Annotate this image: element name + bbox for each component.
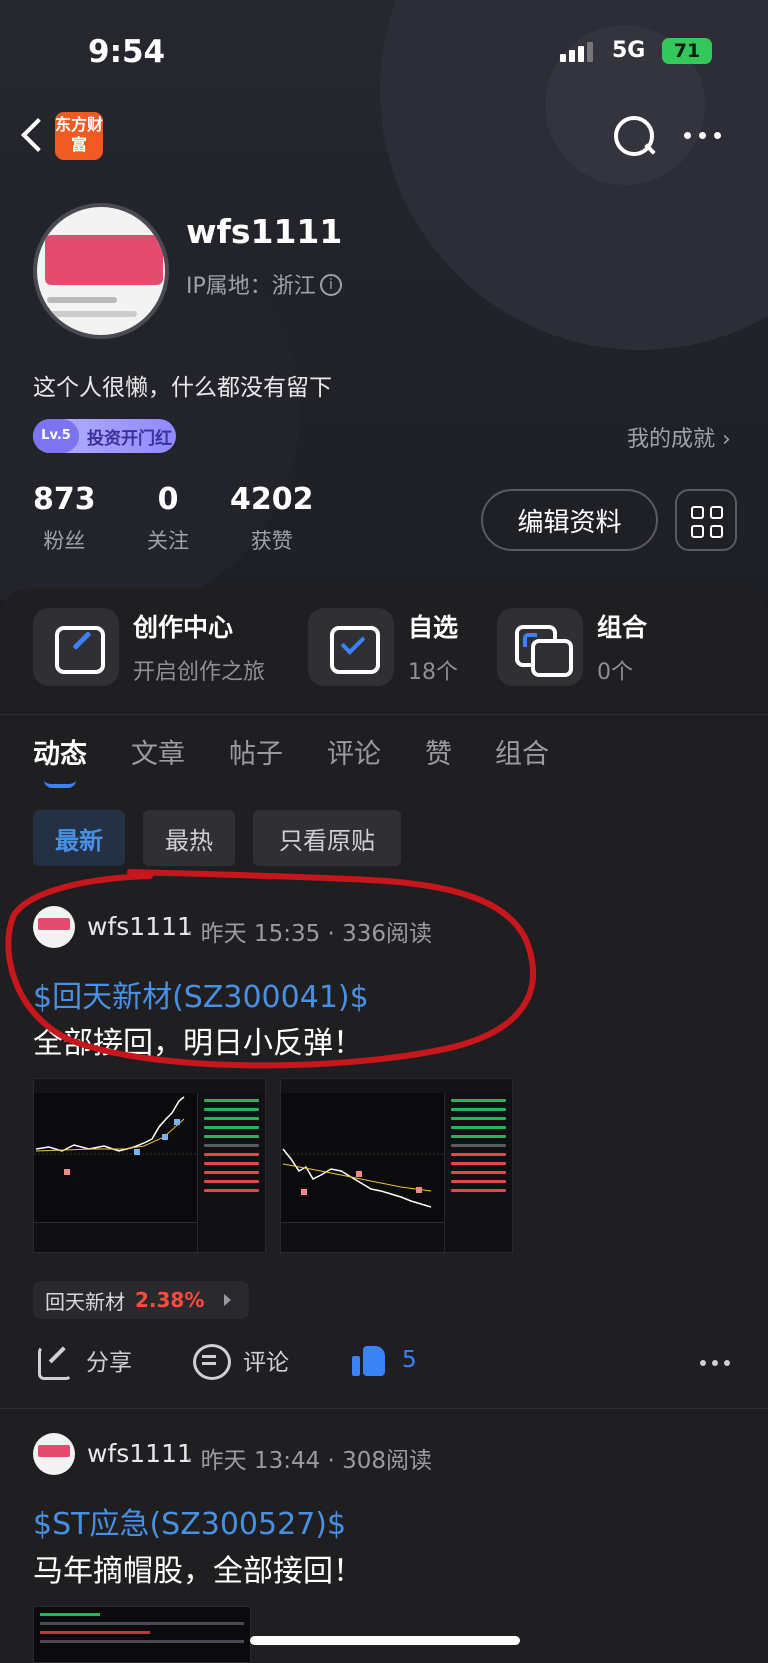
share-icon [36, 1342, 72, 1380]
post-chart-image[interactable] [33, 1606, 251, 1663]
stat-value: 0 [157, 482, 179, 517]
like-count: 5 [402, 1347, 417, 1373]
stat-value: 4202 [230, 482, 314, 517]
tab-comments[interactable]: 评论 [327, 732, 381, 771]
filter-original-only[interactable]: 只看原贴 [253, 810, 401, 866]
post-avatar[interactable] [33, 906, 75, 948]
post-more-icon[interactable] [700, 1360, 730, 1366]
feature-title: 组合 [597, 613, 648, 642]
macd-panel [281, 1222, 444, 1252]
macd-panel [34, 1222, 197, 1252]
tab-activity[interactable]: 动态 [33, 732, 87, 771]
post-chart-image[interactable] [280, 1078, 513, 1253]
stock-tag-change: 2.38% [135, 1288, 205, 1312]
tab-posts[interactable]: 帖子 [229, 732, 283, 771]
stat-label: 关注 [147, 529, 189, 553]
stat-following[interactable]: 0 关注 [147, 482, 189, 555]
comment-button[interactable]: 评论 [193, 1342, 289, 1380]
comment-icon [193, 1342, 231, 1380]
status-bar: 9:54 5G 71 [0, 30, 768, 74]
edit-profile-button[interactable]: 编辑资料 [481, 489, 658, 551]
post-divider [0, 1408, 768, 1409]
filter-hot[interactable]: 最热 [143, 810, 235, 866]
signal-icon [560, 42, 593, 62]
post-text: 全部接回，明日小反弹！ [33, 1026, 363, 1061]
post-username[interactable]: wfs1111 [87, 912, 193, 941]
feature-create-center[interactable]: 创作中心 开启创作之旅 [33, 608, 265, 686]
stat-label: 粉丝 [43, 529, 86, 553]
post-stock-link[interactable]: $回天新材(SZ300041)$ [33, 972, 369, 1016]
order-book [444, 1093, 512, 1252]
app-logo: 东方财富 [55, 112, 103, 160]
post-avatar[interactable] [33, 1433, 75, 1475]
share-button[interactable]: 分享 [36, 1342, 132, 1380]
post-stock-link[interactable]: $ST应急(SZ300527)$ [33, 1499, 346, 1543]
feature-portfolio[interactable]: 组合 0个 [497, 608, 647, 686]
search-icon[interactable] [612, 114, 658, 160]
portfolio-icon [497, 608, 583, 686]
stock-tag-name: 回天新材 [45, 1289, 125, 1314]
price-line-chart [34, 1096, 199, 1175]
feature-subtitle: 0个 [597, 660, 633, 685]
feature-title: 创作中心 [133, 613, 234, 642]
profile-username: wfs1111 [186, 212, 343, 251]
level-number: Lv.5 [33, 419, 79, 453]
order-book [197, 1093, 265, 1252]
post-meta: · 昨天 13:44 · 308阅读 [186, 1448, 433, 1474]
tab-articles[interactable]: 文章 [131, 732, 185, 771]
more-icon[interactable] [684, 132, 721, 139]
chevron-right-icon [224, 1294, 231, 1306]
back-icon[interactable] [18, 115, 48, 155]
share-label: 分享 [86, 1350, 132, 1376]
home-indicator [250, 1636, 520, 1645]
stat-likes[interactable]: 4202 获赞 [230, 482, 314, 555]
create-icon [33, 608, 119, 686]
stat-value: 873 [33, 482, 96, 517]
price-line-chart [281, 1148, 446, 1208]
post-text: 马年摘帽股，全部接回！ [33, 1554, 363, 1589]
post-chart-image[interactable] [33, 1078, 266, 1253]
divider [0, 714, 768, 715]
info-icon[interactable]: i [320, 274, 342, 296]
achievements-link[interactable]: 我的成就 › [627, 421, 731, 453]
network-type: 5G [612, 38, 646, 63]
like-button[interactable]: 5 [352, 1342, 417, 1378]
content-tabs: 动态 文章 帖子 评论 赞 组合 [0, 732, 768, 792]
ip-location: IP属地：浙江 [186, 274, 316, 299]
profile-bio: 这个人很懒，什么都没有留下 [33, 375, 332, 401]
post-username[interactable]: wfs1111 [87, 1439, 193, 1468]
grid-menu-icon[interactable] [675, 489, 737, 551]
filter-latest[interactable]: 最新 [33, 810, 125, 866]
battery-icon: 71 [662, 38, 712, 64]
level-title: 投资开门红 [87, 428, 172, 449]
post-meta: · 昨天 15:35 · 336阅读 [186, 921, 433, 947]
stat-followers[interactable]: 873 粉丝 [33, 482, 96, 555]
stat-label: 获赞 [250, 529, 293, 553]
avatar[interactable] [33, 203, 169, 339]
thumbs-up-icon [352, 1342, 388, 1378]
active-tab-indicator [44, 780, 76, 788]
feature-subtitle: 开启创作之旅 [133, 660, 266, 685]
tab-portfolios[interactable]: 组合 [495, 732, 549, 771]
stock-tag[interactable]: 回天新材 2.38% [33, 1281, 249, 1319]
feature-watchlist[interactable]: 自选 18个 [308, 608, 458, 686]
watchlist-icon [308, 608, 394, 686]
status-time: 9:54 [88, 34, 166, 70]
feature-subtitle: 18个 [408, 660, 458, 685]
comment-label: 评论 [243, 1350, 289, 1376]
tab-likes[interactable]: 赞 [425, 732, 452, 771]
feature-title: 自选 [408, 613, 459, 642]
level-badge[interactable]: Lv.5 投资开门红 [33, 419, 176, 453]
